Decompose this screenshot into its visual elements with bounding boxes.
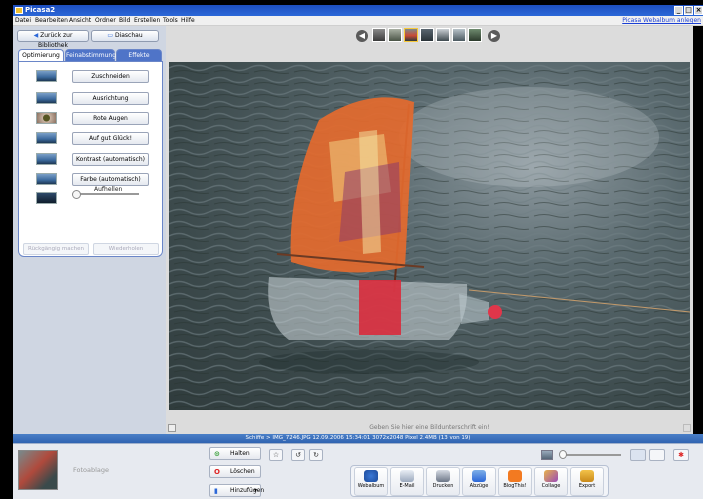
add-icon: ▮ (214, 487, 218, 495)
photo-viewer: ◀ ▶ Geben Sie hier eine Bildunterschrift… (166, 26, 693, 434)
boat-photo-image (169, 62, 690, 410)
lucky-button[interactable]: Auf gut Glück! (72, 132, 149, 145)
edit-panel: ◀ Zurück zur Bibliothek ▭ Diaschau Optim… (13, 26, 166, 434)
redo-button[interactable]: Wiederholen (93, 243, 159, 255)
clear-button[interactable]: O Löschen (209, 465, 261, 478)
email-button[interactable]: E-Mail (390, 467, 424, 496)
back-arrow-icon: ◀ (33, 32, 39, 39)
export-button[interactable]: Export (570, 467, 604, 496)
dropdown-arrow-icon: ▾ (254, 487, 258, 494)
tab-feinabstimmung[interactable]: Feinabstimmung (65, 49, 116, 61)
order-prints-button[interactable]: Abzüge (462, 467, 496, 496)
undo-button[interactable]: Rückgängig machen (23, 243, 89, 255)
web-album-button[interactable]: Webalbum (354, 467, 388, 496)
close-button[interactable]: × (694, 6, 703, 15)
filmstrip-thumb[interactable] (388, 28, 402, 42)
lucky-preview-icon (36, 132, 57, 144)
filmstrip-thumb[interactable] (420, 28, 434, 42)
tray-label: Fotoablage (73, 466, 110, 474)
print-icon (436, 470, 450, 482)
contrast-preview-icon (36, 153, 57, 165)
filmstrip-thumb[interactable] (436, 28, 450, 42)
menu-ordner[interactable]: Ordner (95, 17, 116, 24)
collage-icon (544, 470, 558, 482)
add-to-button[interactable]: ▮ Hinzufügen ▾ (209, 484, 264, 497)
straighten-button[interactable]: Ausrichtung (72, 92, 149, 105)
back-to-library-button[interactable]: ◀ Zurück zur Bibliothek (17, 30, 89, 49)
next-photo-button[interactable]: ▶ (488, 30, 500, 42)
crop-preview-icon (36, 70, 57, 82)
color-preview-icon (36, 173, 57, 185)
menu-ansicht[interactable]: Ansicht (69, 17, 91, 24)
minimize-button[interactable]: _ (674, 6, 683, 15)
fill-light-preview-icon (36, 192, 57, 204)
red-eye-preview-icon (36, 112, 57, 124)
red-eye-button[interactable]: Rote Augen (72, 112, 149, 125)
compare-view-button[interactable] (649, 449, 665, 461)
blogthis-button[interactable]: BlogThis! (498, 467, 532, 496)
blogger-icon (508, 470, 522, 482)
crop-button[interactable]: Zuschneiden (72, 70, 149, 83)
filmstrip-thumb[interactable] (452, 28, 466, 42)
menu-bearbeiten[interactable]: Bearbeiten (35, 17, 68, 24)
menu-bild[interactable]: Bild (119, 17, 130, 24)
tray-thumbnail[interactable] (18, 450, 58, 490)
hold-button[interactable]: ⊙ Halten (209, 447, 261, 460)
fill-light-label: Aufhellen (94, 186, 123, 193)
straighten-preview-icon (36, 92, 57, 104)
previous-photo-button[interactable]: ◀ (356, 30, 368, 42)
filmstrip-thumb-selected[interactable] (404, 28, 418, 42)
title-bar: Picasa2 _ □ × (13, 5, 703, 16)
fill-light-slider[interactable] (72, 190, 81, 199)
star-button[interactable]: ☆ (269, 449, 283, 461)
zoom-track (561, 454, 621, 456)
rotate-left-button[interactable]: ↺ (291, 449, 305, 461)
caption-right-button[interactable] (683, 424, 691, 432)
order-prints-icon (472, 470, 486, 482)
maximize-button[interactable]: □ (684, 6, 693, 15)
window-title: Picasa2 (25, 6, 56, 14)
slideshow-button[interactable]: ▭ Diaschau (91, 30, 159, 42)
zoom-slider[interactable] (559, 450, 567, 459)
tool-box: Zuschneiden Ausrichtung Rote Augen Auf g… (18, 61, 163, 257)
menu-erstellen[interactable]: Erstellen (134, 17, 160, 24)
menu-tools[interactable]: Tools (163, 17, 178, 24)
web-album-link[interactable]: Picasa Webalbum anlegen (622, 17, 701, 24)
photo-tray: Fotoablage ⊙ Halten O Löschen ▮ Hinzufüg… (13, 443, 703, 499)
filmstrip-thumb[interactable] (468, 28, 482, 42)
rotate-right-button[interactable]: ↻ (309, 449, 323, 461)
menu-hilfe[interactable]: Hilfe (181, 17, 195, 24)
app-icon (15, 7, 23, 14)
share-buttons-group: Webalbum E-Mail Drucken Abzüge BlogThis!… (350, 465, 609, 497)
export-icon (580, 470, 594, 482)
single-view-button[interactable] (630, 449, 646, 461)
print-button[interactable]: Drucken (426, 467, 460, 496)
slideshow-icon: ▭ (107, 32, 114, 39)
caption-field[interactable]: Geben Sie hier eine Bildunterschrift ein… (166, 424, 693, 434)
auto-contrast-button[interactable]: Kontrast (automatisch) (72, 153, 149, 166)
zoom-icon (541, 450, 553, 460)
main-photo (169, 62, 690, 410)
hold-icon: ⊙ (214, 450, 220, 458)
tab-effekte[interactable]: Effekte (116, 49, 162, 61)
menu-datei[interactable]: Datei (15, 17, 31, 24)
filmstrip-thumb[interactable] (372, 28, 386, 42)
clear-icon: O (214, 468, 220, 476)
auto-color-button[interactable]: Farbe (automatisch) (72, 173, 149, 186)
fill-light-track (76, 193, 139, 195)
effects-view-button[interactable]: ✱ (673, 449, 689, 461)
email-icon (400, 470, 414, 482)
menu-bar: Datei Bearbeiten Ansicht Ordner Bild Ers… (13, 16, 703, 26)
web-album-icon (364, 470, 378, 482)
photo-info-bar: Schiffe > IMG_7246.JPG 12.09.2006 15:34:… (13, 434, 703, 443)
collage-button[interactable]: Collage (534, 467, 568, 496)
